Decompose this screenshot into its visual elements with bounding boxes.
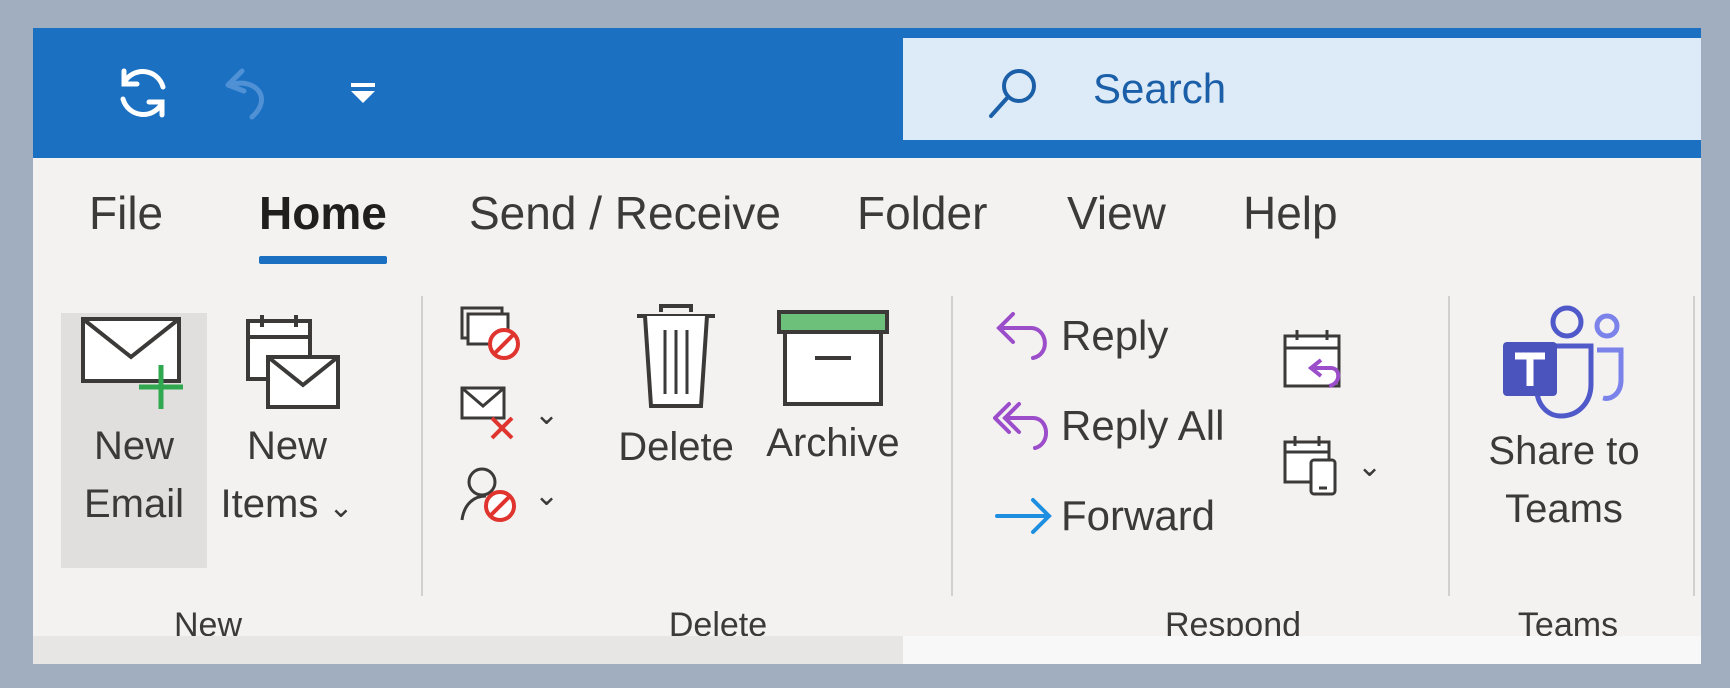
new-email-line2: Email (83, 482, 185, 526)
delete-button[interactable]: Delete (601, 302, 751, 476)
new-email-label: New Email (84, 417, 184, 533)
tab-home[interactable]: Home (259, 178, 387, 278)
chevron-down-icon: ⌄ (1357, 449, 1383, 483)
chevron-down-icon: ⌄ (328, 491, 354, 524)
reply-icon (996, 312, 1047, 360)
share-to-teams-label: Share to Teams (1488, 422, 1639, 538)
search-box[interactable]: Search (903, 38, 1701, 140)
meeting-reply-button[interactable] (1281, 328, 1347, 392)
chevron-down-icon: ⌄ (534, 397, 560, 431)
share-to-teams-button[interactable]: Share to Teams (1473, 300, 1655, 538)
tab-file[interactable]: File (89, 178, 163, 278)
group-separator (1693, 296, 1695, 596)
new-email-line1: New (93, 424, 175, 468)
forward-label: Forward (1061, 492, 1216, 539)
share-to-teams-line2: Teams (1505, 487, 1623, 531)
customize-icon[interactable] (333, 28, 393, 158)
reply-all-button[interactable]: Reply All (993, 398, 1224, 454)
archive-label: Archive (766, 421, 900, 465)
new-items-line1: New (246, 424, 328, 468)
new-items-line2: Items (220, 482, 319, 526)
forward-button[interactable]: Forward (993, 488, 1215, 544)
junk-button[interactable]: ⌄ (458, 464, 559, 526)
new-email-icon (81, 317, 183, 409)
chevron-down-icon: ⌄ (534, 478, 560, 512)
calendar-reply-icon (1283, 330, 1341, 388)
teams-icon (1503, 305, 1624, 419)
more-respond-button[interactable]: ⌄ (1281, 434, 1382, 498)
reply-button[interactable]: Reply (993, 308, 1168, 364)
group-separator (1448, 296, 1450, 596)
clean-up-button[interactable]: ⌄ (458, 384, 559, 444)
ribbon-bottom-edge (33, 636, 1701, 664)
share-to-teams-line1: Share to (1488, 429, 1640, 473)
group-separator (421, 296, 423, 596)
clean-up-icon (460, 386, 514, 440)
tab-send-receive[interactable]: Send / Receive (469, 178, 781, 278)
ribbon: New Email New Items ⌄ New ⌄ ⌄ Delete Arc… (33, 278, 1701, 664)
ignore-button[interactable] (458, 304, 524, 364)
new-items-label: New Items ⌄ (221, 417, 354, 537)
reply-all-label: Reply All (1061, 402, 1225, 449)
delete-label: Delete (618, 425, 734, 469)
ribbon-tabs: File Home Send / Receive Folder View Hel… (33, 178, 1701, 278)
new-email-button[interactable]: New Email (61, 313, 207, 568)
archive-button[interactable]: Archive (753, 308, 913, 472)
ignore-icon (460, 306, 520, 360)
reply-all-icon (993, 402, 1048, 450)
reply-label: Reply (1061, 312, 1169, 359)
calendar-device-icon (1283, 436, 1337, 496)
tab-help[interactable]: Help (1243, 178, 1338, 278)
title-bar: Search (33, 28, 1701, 158)
undo-icon[interactable] (211, 28, 281, 158)
search-icon (983, 64, 1043, 129)
group-separator (951, 296, 953, 596)
new-items-button[interactable]: New Items ⌄ (213, 313, 361, 568)
tab-view[interactable]: View (1067, 178, 1166, 278)
content-pane-edge (903, 636, 1701, 664)
archive-icon (777, 310, 889, 406)
junk-icon (460, 467, 516, 522)
trash-icon (637, 304, 715, 408)
forward-icon (995, 498, 1052, 534)
outlook-window: Search File Home Send / Receive Folder V… (33, 28, 1701, 664)
search-input[interactable]: Search (1093, 38, 1226, 140)
new-items-icon (246, 315, 340, 409)
tab-folder[interactable]: Folder (857, 178, 987, 278)
sync-icon[interactable] (103, 28, 183, 158)
